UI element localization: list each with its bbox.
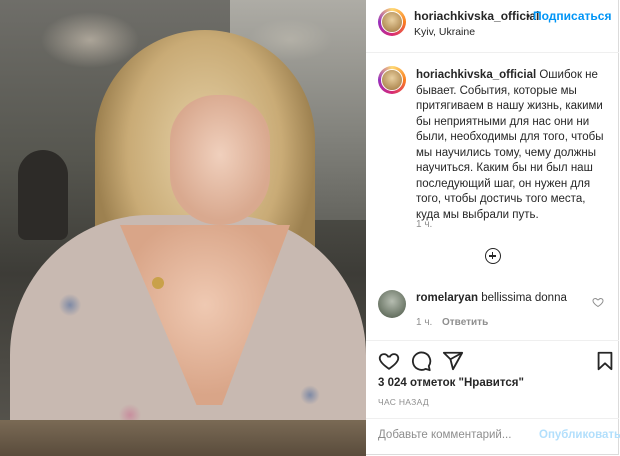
caption-text: Ошибок не бывает. События, которые мы пр… [416, 69, 604, 221]
bookmark-icon[interactable] [594, 350, 616, 372]
load-more-comments-button[interactable] [485, 248, 501, 264]
caption-author-username[interactable]: horiachkivska_official [416, 69, 536, 81]
author-avatar[interactable] [378, 8, 406, 36]
photo-table [0, 420, 366, 456]
add-comment-input[interactable]: Добавьте комментарий... [378, 429, 511, 441]
post-caption: horiachkivska_official Ошибок не бывает.… [416, 68, 611, 223]
photo-background-person [18, 150, 68, 240]
caption-timestamp: 1 ч. [416, 219, 433, 230]
likes-count[interactable]: 3 024 отметок "Нравится" [378, 377, 524, 389]
comment-text: bellissima donna [478, 292, 567, 304]
publish-comment-button[interactable]: Опубликовать [539, 429, 620, 441]
photo-pendant [152, 277, 164, 289]
comment: romelaryan bellissima donna [416, 292, 567, 304]
comment-avatar[interactable] [378, 290, 406, 318]
post-age: ЧАС НАЗАД [378, 397, 429, 407]
follow-button[interactable]: Подписаться [533, 9, 611, 23]
post-header: horiachkivska_official • Подписаться Kyi… [366, 0, 619, 53]
post-details-pane: horiachkivska_official • Подписаться Kyi… [366, 0, 620, 455]
author-username[interactable]: horiachkivska_official [414, 9, 539, 23]
post-photo[interactable] [0, 0, 366, 456]
heart-outline-icon[interactable] [378, 350, 400, 372]
reply-button[interactable]: Ответить [442, 317, 488, 328]
follow-separator: • [526, 9, 531, 23]
comment-username[interactable]: romelaryan [416, 292, 478, 304]
photo-face [170, 95, 270, 225]
actions-divider [366, 340, 619, 342]
comment-bubble-icon[interactable] [410, 350, 432, 372]
comment-like-heart-icon[interactable] [592, 296, 604, 308]
paper-plane-icon[interactable] [442, 350, 464, 372]
post-location[interactable]: Kyiv, Ukraine [414, 26, 475, 38]
comment-timestamp: 1 ч. [416, 317, 433, 328]
caption-author-avatar[interactable] [378, 66, 406, 94]
